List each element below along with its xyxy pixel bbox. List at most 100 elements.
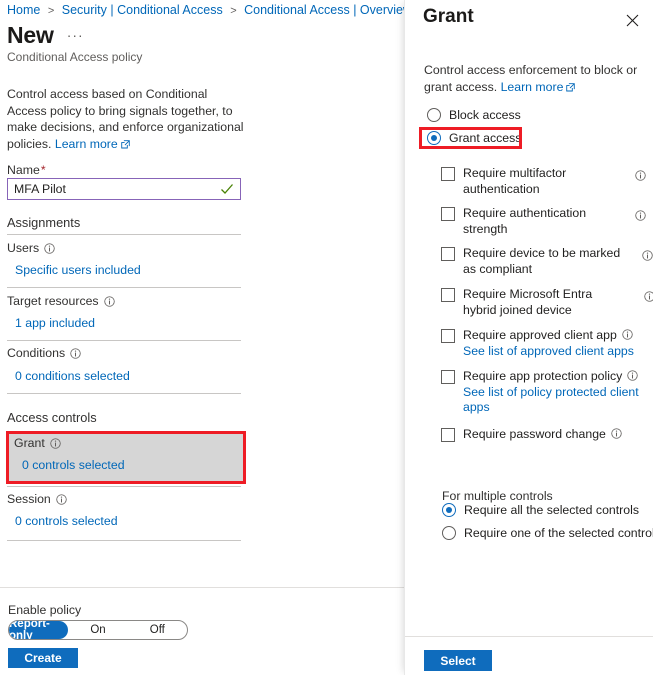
conditions-value-link[interactable]: 0 conditions selected [15, 369, 130, 383]
name-field-label: Name* [7, 163, 46, 177]
checkbox-label: Require device to be marked as compliant [463, 246, 621, 276]
checkbox-row-require-password-change[interactable]: Require password change [441, 427, 653, 443]
conditional-access-new-policy-screen: Home > Security | Conditional Access > C… [0, 0, 653, 675]
create-button[interactable]: Create [8, 648, 78, 668]
info-icon[interactable] [644, 289, 653, 302]
panel-learn-more-link[interactable]: Learn more [501, 80, 576, 94]
toggle-option-report-only[interactable]: Report-only [9, 621, 69, 639]
checkbox-row-require-device-compliant[interactable]: Require device to be marked as compliant [441, 246, 653, 277]
valid-check-icon [219, 179, 235, 199]
checkbox-label: Require approved client app [463, 328, 617, 342]
session-value-link[interactable]: 0 controls selected [15, 514, 118, 528]
radio-block-access-label: Block access [449, 108, 521, 122]
radio-grant-access[interactable]: Grant access [427, 131, 521, 145]
grant-value-link[interactable]: 0 controls selected [22, 458, 125, 472]
grant-label-text: Grant [14, 436, 45, 450]
divider [7, 486, 241, 487]
breadcrumb-item-home[interactable]: Home [7, 3, 40, 17]
intro-description: Control access based on Conditional Acce… [7, 86, 245, 152]
required-marker: * [40, 163, 46, 177]
external-link-icon [121, 139, 130, 149]
page-title: New [7, 22, 54, 48]
close-icon[interactable] [621, 9, 643, 31]
target-resources-value-link[interactable]: 1 app included [15, 316, 95, 330]
checkbox-indicator[interactable] [441, 370, 455, 384]
multiple-controls-label: For multiple controls [442, 489, 553, 503]
radio-require-one-control[interactable]: Require one of the selected controls [442, 526, 653, 540]
info-icon[interactable] [70, 347, 81, 359]
info-icon[interactable] [50, 437, 61, 449]
radio-indicator[interactable] [442, 526, 456, 540]
conditions-label-text: Conditions [7, 346, 66, 360]
divider [7, 540, 241, 541]
policy-protected-client-apps-link[interactable]: See list of policy protected client apps [463, 385, 653, 416]
info-icon[interactable] [44, 242, 55, 254]
info-icon[interactable] [635, 208, 646, 221]
target-resources-field-label: Target resources [7, 294, 115, 308]
grant-field-label: Grant [14, 436, 61, 450]
toggle-option-on[interactable]: On [68, 621, 127, 639]
footer-divider [0, 587, 404, 588]
radio-require-one-control-label: Require one of the selected controls [464, 526, 653, 540]
info-icon[interactable] [56, 493, 67, 505]
checkbox-row-require-multifactor-authentication[interactable]: Require multifactor authentication [441, 166, 646, 197]
panel-description: Control access enforcement to block or g… [424, 62, 639, 95]
breadcrumb-separator: > [230, 5, 237, 17]
radio-indicator[interactable] [442, 503, 456, 517]
checkbox-indicator[interactable] [441, 288, 455, 302]
external-link-icon [566, 82, 576, 92]
radio-indicator[interactable] [427, 131, 441, 145]
users-value-link[interactable]: Specific users included [15, 263, 141, 277]
panel-learn-more-label: Learn more [500, 79, 564, 94]
checkbox-row-require-approved-client-app[interactable]: Require approved client app See list of … [441, 328, 653, 359]
checkbox-label: Require authentication strength [463, 206, 587, 236]
name-label-text: Name [7, 163, 40, 177]
enable-policy-toggle[interactable]: Report-only On Off [8, 620, 188, 640]
checkbox-indicator[interactable] [441, 207, 455, 221]
info-icon[interactable] [611, 428, 622, 439]
info-icon[interactable] [103, 295, 115, 307]
breadcrumb-separator: > [47, 5, 55, 17]
checkbox-indicator[interactable] [441, 247, 455, 261]
checkbox-label: Require app protection policy [463, 369, 623, 383]
checkbox-row-require-entra-hybrid-joined-device[interactable]: Require Microsoft Entra hybrid joined de… [441, 287, 653, 318]
checkbox-indicator[interactable] [441, 167, 455, 181]
checkbox-label: Require password change [463, 427, 606, 441]
radio-block-access[interactable]: Block access [427, 108, 521, 122]
checkbox-indicator[interactable] [441, 428, 455, 442]
radio-require-all-controls-label: Require all the selected controls [464, 503, 639, 517]
breadcrumb: Home > Security | Conditional Access > C… [7, 3, 430, 17]
info-icon[interactable] [622, 329, 633, 340]
divider [7, 340, 241, 341]
breadcrumb-item-security-conditional-access[interactable]: Security | Conditional Access [62, 3, 223, 17]
divider [7, 234, 241, 235]
users-field-label: Users [7, 241, 55, 255]
page-subtitle: Conditional Access policy [7, 50, 143, 64]
info-icon[interactable] [642, 248, 653, 261]
radio-grant-access-label: Grant access [449, 131, 522, 145]
checkbox-indicator[interactable] [441, 329, 455, 343]
checkbox-row-require-app-protection-policy[interactable]: Require app protection policy See list o… [441, 369, 653, 416]
radio-indicator[interactable] [427, 108, 441, 122]
info-icon[interactable] [627, 370, 638, 381]
checkbox-row-require-authentication-strength[interactable]: Require authentication strength [441, 206, 646, 237]
more-options-icon[interactable]: ··· [67, 27, 84, 43]
grant-section-highlighted[interactable]: Grant 0 controls selected [6, 431, 246, 484]
radio-require-all-controls[interactable]: Require all the selected controls [442, 503, 639, 517]
users-label-text: Users [7, 241, 40, 255]
target-resources-label-text: Target resources [7, 294, 99, 308]
select-button[interactable]: Select [424, 650, 492, 671]
info-icon[interactable] [635, 168, 646, 181]
name-input-wrapper[interactable] [7, 178, 241, 200]
breadcrumb-item-conditional-access-overview[interactable]: Conditional Access | Overview [244, 3, 412, 17]
session-label-text: Session [7, 492, 51, 506]
policy-form-pane: Home > Security | Conditional Access > C… [0, 0, 426, 675]
toggle-option-off[interactable]: Off [128, 621, 187, 639]
assignments-heading: Assignments [7, 215, 81, 230]
name-input[interactable] [8, 179, 219, 199]
learn-more-link[interactable]: Learn more [55, 137, 130, 151]
checkbox-label: Require multifactor authentication [463, 166, 567, 196]
approved-client-apps-link[interactable]: See list of approved client apps [463, 344, 653, 360]
access-controls-heading: Access controls [7, 410, 97, 425]
panel-footer-divider [405, 636, 653, 637]
